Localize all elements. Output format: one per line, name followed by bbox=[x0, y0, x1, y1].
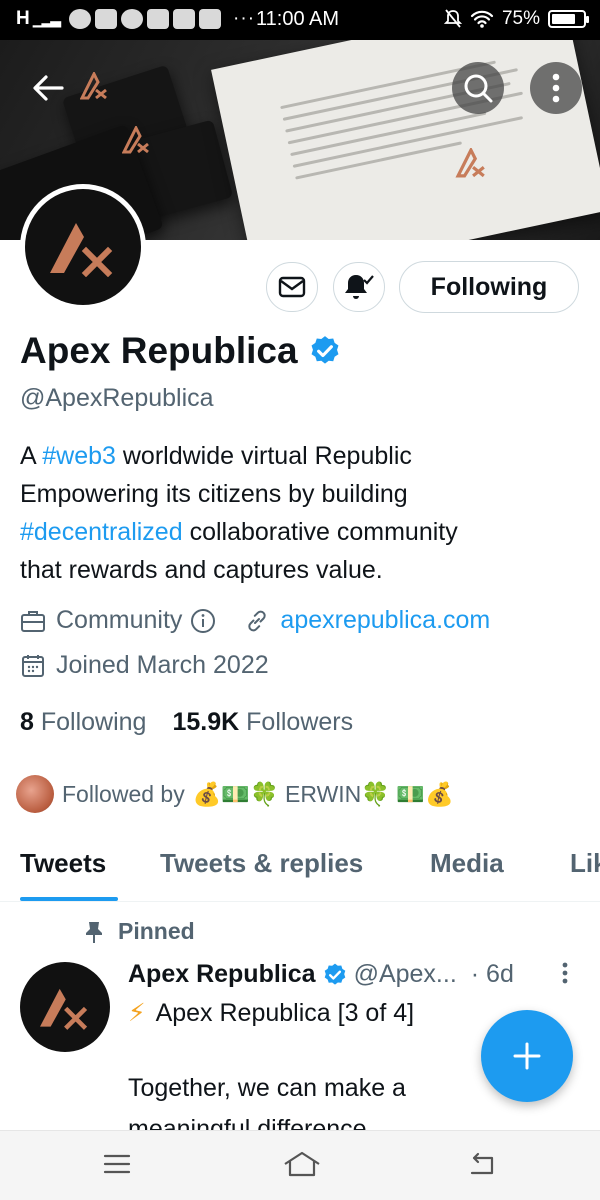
apex-logo-icon bbox=[40, 988, 88, 1030]
verified-badge-icon bbox=[324, 963, 345, 985]
signal-bars-icon: ▁▂▃ bbox=[32, 10, 61, 27]
tweet-handle: @Apex... bbox=[353, 960, 457, 988]
bell-check-icon bbox=[345, 275, 374, 299]
app-notification-icon bbox=[121, 9, 144, 29]
search-icon bbox=[464, 74, 493, 103]
followers-stat[interactable]: 15.9K Followers bbox=[172, 708, 353, 737]
more-vertical-icon bbox=[562, 962, 568, 984]
profile-meta: Community apexrepublica.com bbox=[20, 606, 490, 635]
hashtag-link[interactable]: #web3 bbox=[42, 442, 116, 470]
profile-joined: Joined March 2022 bbox=[20, 651, 269, 680]
follower-avatar bbox=[16, 775, 54, 813]
profile-bio: A #web3 worldwide virtual Republic Empow… bbox=[20, 437, 590, 589]
clock: 11:00 AM bbox=[256, 8, 340, 30]
profile-category: Community bbox=[56, 606, 183, 634]
pinned-label: Pinned bbox=[118, 918, 195, 944]
tab-tweets[interactable]: Tweets bbox=[20, 848, 106, 879]
followed-by-name: 💰💵🍀 ERWIN🍀 💵💰 bbox=[192, 780, 454, 807]
link-icon bbox=[248, 610, 267, 631]
followed-by[interactable]: Followed by 💰💵🍀 ERWIN🍀 💵💰 bbox=[16, 775, 454, 813]
apex-logo-icon bbox=[50, 223, 113, 277]
bio-line: Empowering its citizens by building bbox=[20, 480, 408, 508]
plus-icon bbox=[513, 1042, 541, 1070]
pinned-indicator: Pinned bbox=[84, 918, 195, 945]
hashtag-link[interactable]: #decentralized bbox=[20, 518, 183, 546]
tweet-text-line: Together, we can make a bbox=[128, 1074, 406, 1102]
tweet-text: Apex Republica [3 of 4] bbox=[155, 998, 415, 1027]
banner-logo-mark bbox=[80, 72, 107, 100]
arrow-left-icon bbox=[33, 75, 64, 101]
bio-line: that rewards and captures value. bbox=[20, 556, 383, 584]
search-button[interactable] bbox=[452, 62, 504, 114]
tweet-time: · 6d bbox=[470, 960, 514, 988]
notifications-button[interactable] bbox=[333, 262, 385, 312]
followers-count: 15.9K bbox=[172, 708, 240, 736]
status-right: 75% bbox=[443, 8, 589, 30]
lightning-emoji: ⚡ bbox=[128, 999, 146, 1027]
banner-logo-mark bbox=[455, 148, 485, 178]
profile-handle: @ApexRepublica bbox=[20, 384, 214, 412]
following-stat[interactable]: 8 Following bbox=[20, 708, 146, 737]
compose-tweet-button[interactable] bbox=[481, 1010, 573, 1102]
tweet-text-line: ⚡ Apex Republica [3 of 4] bbox=[128, 998, 414, 1028]
more-options-button[interactable] bbox=[530, 62, 582, 114]
more-vertical-icon bbox=[552, 73, 560, 103]
profile-avatar[interactable] bbox=[20, 184, 146, 310]
signal-icon: H bbox=[16, 8, 30, 29]
verified-badge-icon bbox=[311, 336, 339, 364]
tab-tweets-replies[interactable]: Tweets & replies bbox=[160, 848, 363, 879]
profile-tabs: Tweets Tweets & replies Media Likes bbox=[0, 840, 600, 902]
bio-text: collaborative community bbox=[182, 518, 458, 546]
bio-line: A #web3 worldwide virtual Republic bbox=[20, 437, 590, 475]
info-icon[interactable] bbox=[190, 608, 216, 634]
envelope-icon bbox=[278, 276, 306, 298]
message-button[interactable] bbox=[266, 262, 318, 312]
pin-icon bbox=[86, 921, 102, 943]
profile-name: Apex Republica bbox=[20, 330, 342, 372]
battery-percent: 75% bbox=[501, 8, 540, 29]
status-left: H ▁▂▃ ··· bbox=[16, 8, 255, 30]
facebook-notification-icon bbox=[173, 9, 196, 29]
system-nav-bar bbox=[0, 1130, 600, 1200]
app-notification-icon bbox=[69, 9, 92, 29]
tweet-more-button[interactable] bbox=[562, 962, 568, 990]
banner-logo-mark bbox=[122, 126, 149, 154]
tab-media[interactable]: Media bbox=[430, 848, 504, 879]
bio-text: A bbox=[20, 442, 43, 470]
website-link[interactable]: apexrepublica.com bbox=[280, 606, 490, 635]
battery-level bbox=[552, 14, 575, 24]
calendar-icon bbox=[22, 654, 44, 677]
wifi-icon bbox=[470, 10, 494, 28]
following-button[interactable]: Following bbox=[399, 261, 579, 313]
tweet-author[interactable]: Apex Republica bbox=[128, 960, 316, 989]
menu-icon[interactable] bbox=[102, 1149, 132, 1179]
joined-date: Joined March 2022 bbox=[56, 651, 269, 679]
more-notifications-icon: ··· bbox=[233, 8, 256, 29]
tab-likes[interactable]: Likes bbox=[570, 848, 600, 879]
tweet-header: Apex Republica @Apex... · 6d bbox=[128, 960, 514, 989]
briefcase-icon bbox=[21, 610, 45, 632]
follow-stats: 8 Following 15.9K Followers bbox=[20, 708, 353, 737]
bio-text: worldwide virtual Republic bbox=[115, 442, 412, 470]
mail-notification-icon bbox=[95, 9, 118, 29]
mute-icon bbox=[443, 9, 462, 28]
followed-by-label: Followed by bbox=[62, 780, 185, 807]
tweet-avatar[interactable] bbox=[20, 962, 110, 1052]
youtube-notification-icon bbox=[147, 9, 170, 29]
following-count: 8 bbox=[20, 708, 34, 736]
following-label: Following bbox=[40, 708, 147, 736]
home-icon[interactable] bbox=[282, 1149, 322, 1179]
back-button[interactable] bbox=[22, 62, 74, 114]
battery-icon bbox=[548, 10, 589, 28]
followers-label: Followers bbox=[246, 708, 354, 736]
avatar-logo bbox=[25, 189, 141, 305]
display-name: Apex Republica bbox=[20, 330, 298, 371]
tweet-text-line: meaningful difference. bbox=[128, 1115, 374, 1130]
active-tab-indicator bbox=[20, 897, 118, 901]
bio-line: #decentralized collaborative community bbox=[20, 513, 590, 551]
facebook-notification-icon bbox=[199, 9, 222, 29]
status-bar: H ▁▂▃ ··· 11:00 AM 75% bbox=[0, 0, 600, 40]
back-nav-icon[interactable] bbox=[466, 1149, 496, 1179]
